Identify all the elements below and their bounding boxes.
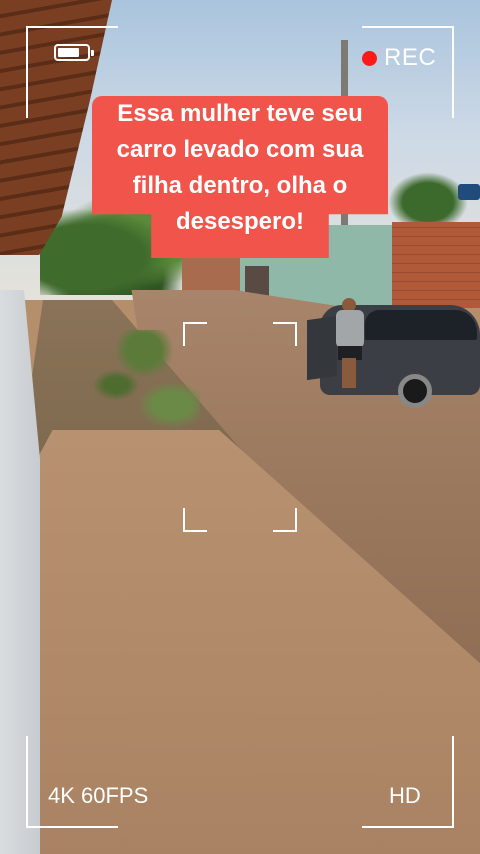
car-window [365, 310, 477, 340]
focus-bracket-top-right [273, 322, 297, 346]
focus-bracket-top-left [183, 322, 207, 346]
battery-icon [54, 44, 94, 61]
brick-wall [392, 222, 480, 308]
caption-banner: Essa mulher teve seu carro levado com su… [92, 96, 388, 258]
caption-line-2: carro levado com sua [116, 136, 364, 163]
rec-label: REC [384, 44, 437, 71]
person-legs [342, 358, 356, 388]
battery-level [58, 48, 79, 57]
car-open-door [307, 315, 337, 381]
battery-nub [91, 50, 94, 56]
weeds [60, 330, 200, 430]
focus-bracket-bottom-right [273, 508, 297, 532]
water-tank [458, 184, 480, 200]
caption-line-3: filha dentro, olha o [132, 172, 348, 199]
caption-line-1: Essa mulher teve seu [117, 100, 363, 127]
person-torso [336, 310, 364, 348]
caption-line-4: desespero! [175, 208, 305, 235]
record-dot-icon [362, 51, 377, 66]
person [336, 298, 366, 388]
resolution-label: 4K 60FPS [48, 783, 149, 808]
quality-label: HD [389, 783, 421, 808]
caption-text: Essa mulher teve seu carro levado com su… [92, 96, 388, 240]
focus-bracket-bottom-left [183, 508, 207, 532]
car-wheel [398, 374, 432, 408]
